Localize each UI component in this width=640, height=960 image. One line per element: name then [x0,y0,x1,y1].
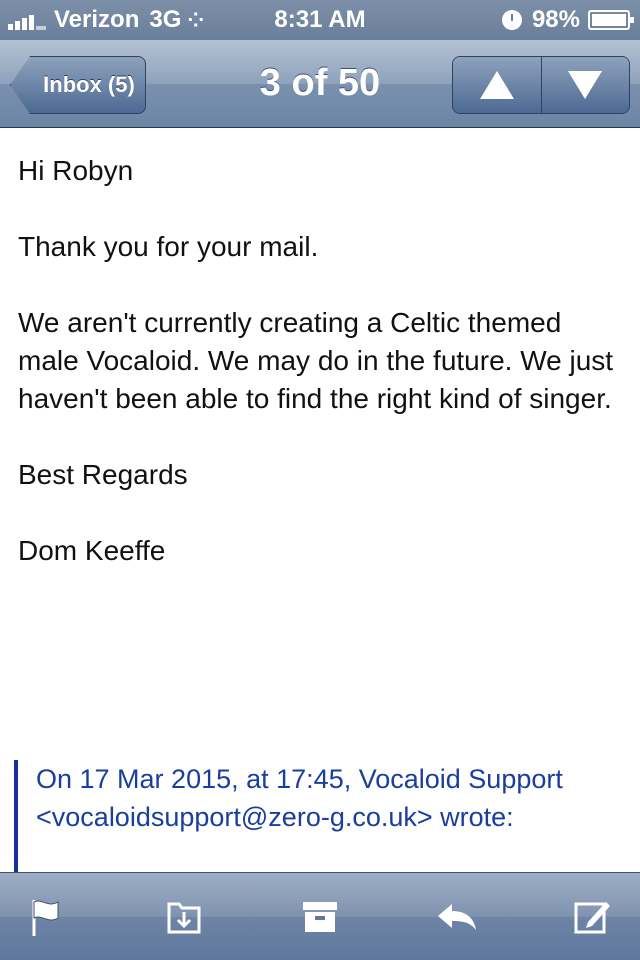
archive-icon [303,901,337,932]
next-message-button[interactable] [540,57,629,113]
previous-message-button[interactable] [453,57,541,113]
arrow-up-icon [479,71,514,99]
archive-button[interactable] [295,892,345,942]
message-body: Hi Robyn Thank you for your mail. We are… [18,152,628,608]
message-navigation-control [452,56,630,114]
quote-suffix: > wrote: [416,802,514,832]
alarm-clock-icon [501,10,522,30]
compose-button[interactable] [568,892,618,942]
battery-percent: 98% [531,6,580,33]
reply-icon [437,903,476,930]
flag-icon [32,899,59,936]
body-paragraph: We aren't currently creating a Celtic th… [18,307,614,414]
bottom-toolbar [0,872,640,960]
move-folder-icon [167,902,200,933]
body-paragraph: Thank you for your mail. [18,231,319,262]
battery-icon [588,10,634,30]
arrow-down-icon [568,71,603,99]
quoted-reply-header: On 17 Mar 2015, at 17:45, Vocaloid Suppo… [14,760,634,872]
status-bar: Verizon 3G ⁘ 8:31 AM 98% [0,0,640,40]
flag-button[interactable] [22,892,72,942]
sender-name: Dom Keeffe [18,535,166,566]
email-link[interactable]: vocaloidsupport@zero-g.co.uk [52,802,417,832]
compose-icon [574,901,610,933]
reply-button[interactable] [432,892,482,942]
status-right: 98% [501,6,634,34]
move-button[interactable] [159,892,209,942]
sign-off: Best Regards [18,459,188,490]
navigation-bar: Inbox (5) 3 of 50 [0,40,640,128]
greeting: Hi Robyn [18,155,134,186]
